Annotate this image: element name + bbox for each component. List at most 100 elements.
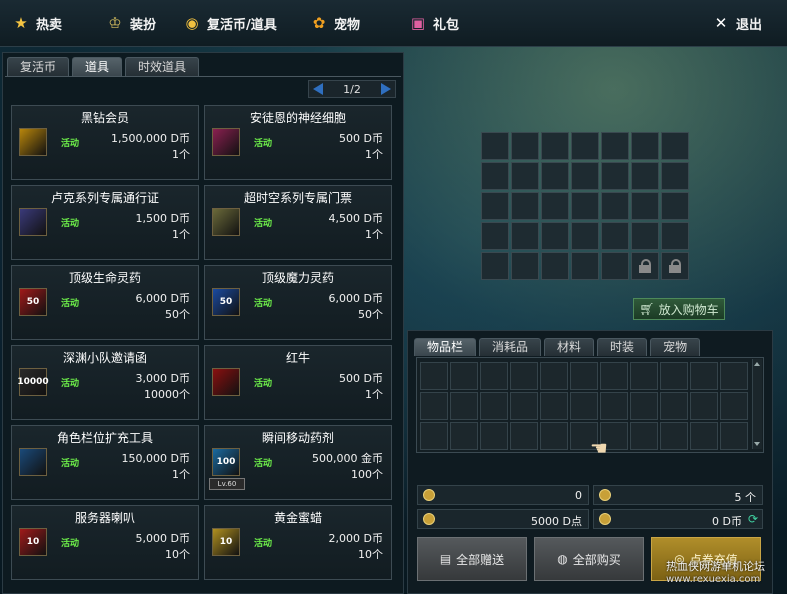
preview-slot[interactable] [541,222,569,250]
preview-slot[interactable] [511,192,539,220]
nav-exit[interactable]: ✕ 退出 [712,12,762,34]
prev-page-icon[interactable] [313,83,323,95]
inventory-slot[interactable] [540,362,568,390]
preview-slot[interactable] [631,162,659,190]
preview-slot[interactable] [631,222,659,250]
preview-slot[interactable] [661,252,689,280]
preview-slot[interactable] [571,162,599,190]
inventory-slot[interactable] [480,392,508,420]
inventory-slot[interactable] [600,362,628,390]
preview-slot[interactable] [601,162,629,190]
shop-item-card[interactable]: 卢克系列专属通行证 活动 1,500 D币 1个 [11,185,199,260]
inventory-slot[interactable] [720,362,748,390]
tab-revive-coin[interactable]: 复活币 [7,57,70,76]
scroll-down-icon[interactable] [754,442,760,446]
preview-slot[interactable] [601,132,629,160]
buy-all-button[interactable]: ◍ 全部购买 [534,537,644,581]
tab-materials[interactable]: 材料 [544,338,595,356]
inventory-slot[interactable] [630,362,658,390]
preview-slot[interactable] [541,192,569,220]
inventory-slot[interactable] [510,362,538,390]
preview-slot[interactable] [661,192,689,220]
shop-item-card[interactable]: 红牛 活动 500 D币 1个 [204,345,392,420]
inventory-slot[interactable] [420,392,448,420]
inventory-slot[interactable] [690,362,718,390]
preview-slot[interactable] [481,162,509,190]
inventory-slot[interactable] [660,392,688,420]
inventory-slot[interactable] [720,392,748,420]
preview-slot[interactable] [571,192,599,220]
inventory-slot[interactable] [600,392,628,420]
add-to-cart-button[interactable]: 🛒︎ 放入购物车 [633,298,725,320]
inventory-slot[interactable] [630,422,658,450]
shop-item-card[interactable]: 顶级魔力灵药 50 活动 6,000 D币 50个 [204,265,392,340]
inventory-slot[interactable] [420,362,448,390]
shop-item-card[interactable]: 黑钻会员 活动 1,500,000 D币 1个 [11,105,199,180]
tab-timed-items[interactable]: 时效道具 [125,57,200,76]
shop-item-card[interactable]: 安徒恩的神经细胞 活动 500 D币 1个 [204,105,392,180]
shop-item-card[interactable]: 顶级生命灵药 50 活动 6,000 D币 50个 [11,265,199,340]
nav-pet[interactable]: ✿ 宠物 [310,12,360,34]
gift-all-button[interactable]: ▤ 全部赠送 [417,537,527,581]
preview-slot[interactable] [481,222,509,250]
preview-slot[interactable] [631,192,659,220]
preview-slot[interactable] [601,192,629,220]
refresh-icon[interactable]: ⟳ [748,512,758,526]
shop-item-card[interactable]: 超时空系列专属门票 活动 4,500 D币 1个 [204,185,392,260]
preview-slot[interactable] [661,132,689,160]
inventory-slot[interactable] [570,392,598,420]
preview-slot[interactable] [511,132,539,160]
preview-slot[interactable] [481,252,509,280]
preview-slot[interactable] [541,252,569,280]
inventory-slot[interactable] [690,392,718,420]
inventory-slot[interactable] [510,392,538,420]
preview-slot[interactable] [511,252,539,280]
preview-slot[interactable] [571,132,599,160]
preview-slot[interactable] [541,162,569,190]
nav-revive[interactable]: ◉ 复活币/道具 [183,12,276,34]
inventory-slot[interactable] [540,392,568,420]
preview-slot[interactable] [541,132,569,160]
inventory-slot[interactable] [480,422,508,450]
preview-slot[interactable] [481,132,509,160]
inventory-slot[interactable] [450,362,478,390]
shop-item-card[interactable]: 瞬间移动药剂 100 活动 500,000 金币 100个 Lv.60 [204,425,392,500]
inventory-slot[interactable] [660,422,688,450]
shop-item-card[interactable]: 黄金蜜蜡 10 活动 2,000 D币 10个 [204,505,392,580]
shop-item-card[interactable]: 服务器喇叭 10 活动 5,000 D币 10个 [11,505,199,580]
preview-slot[interactable] [661,222,689,250]
preview-slot[interactable] [511,222,539,250]
tab-costume[interactable]: 时装 [597,338,648,356]
shop-item-card[interactable]: 深渊小队邀请函 10000 活动 3,000 D币 10000个 [11,345,199,420]
tab-items[interactable]: 道具 [72,57,123,76]
next-page-icon[interactable] [380,83,391,95]
inventory-slot[interactable] [660,362,688,390]
inventory-slot[interactable] [690,422,718,450]
inventory-slot[interactable] [450,392,478,420]
preview-slot[interactable] [631,252,659,280]
inventory-slot[interactable] [540,422,568,450]
preview-slot[interactable] [481,192,509,220]
inventory-slot[interactable] [630,392,658,420]
inventory-slot[interactable] [510,422,538,450]
preview-slot[interactable] [631,132,659,160]
preview-slot[interactable] [601,252,629,280]
inventory-slot[interactable] [480,362,508,390]
inventory-slot[interactable] [570,362,598,390]
tab-pets[interactable]: 宠物 [650,338,701,356]
preview-slot[interactable] [571,252,599,280]
tab-consumables[interactable]: 消耗品 [479,338,542,356]
preview-slot[interactable] [661,162,689,190]
nav-dress[interactable]: ♔ 装扮 [106,12,156,34]
scroll-up-icon[interactable] [754,362,760,366]
inventory-slot[interactable] [450,422,478,450]
preview-slot[interactable] [511,162,539,190]
nav-gift[interactable]: ▣ 礼包 [409,12,459,34]
inventory-scrollbar[interactable] [752,359,762,449]
tab-inventory[interactable]: 物品栏 [414,338,477,356]
inventory-slot[interactable] [720,422,748,450]
nav-hot[interactable]: ★ 热卖 [12,12,62,34]
preview-slot[interactable] [571,222,599,250]
preview-slot[interactable] [601,222,629,250]
shop-item-card[interactable]: 角色栏位扩充工具 活动 150,000 D币 1个 [11,425,199,500]
